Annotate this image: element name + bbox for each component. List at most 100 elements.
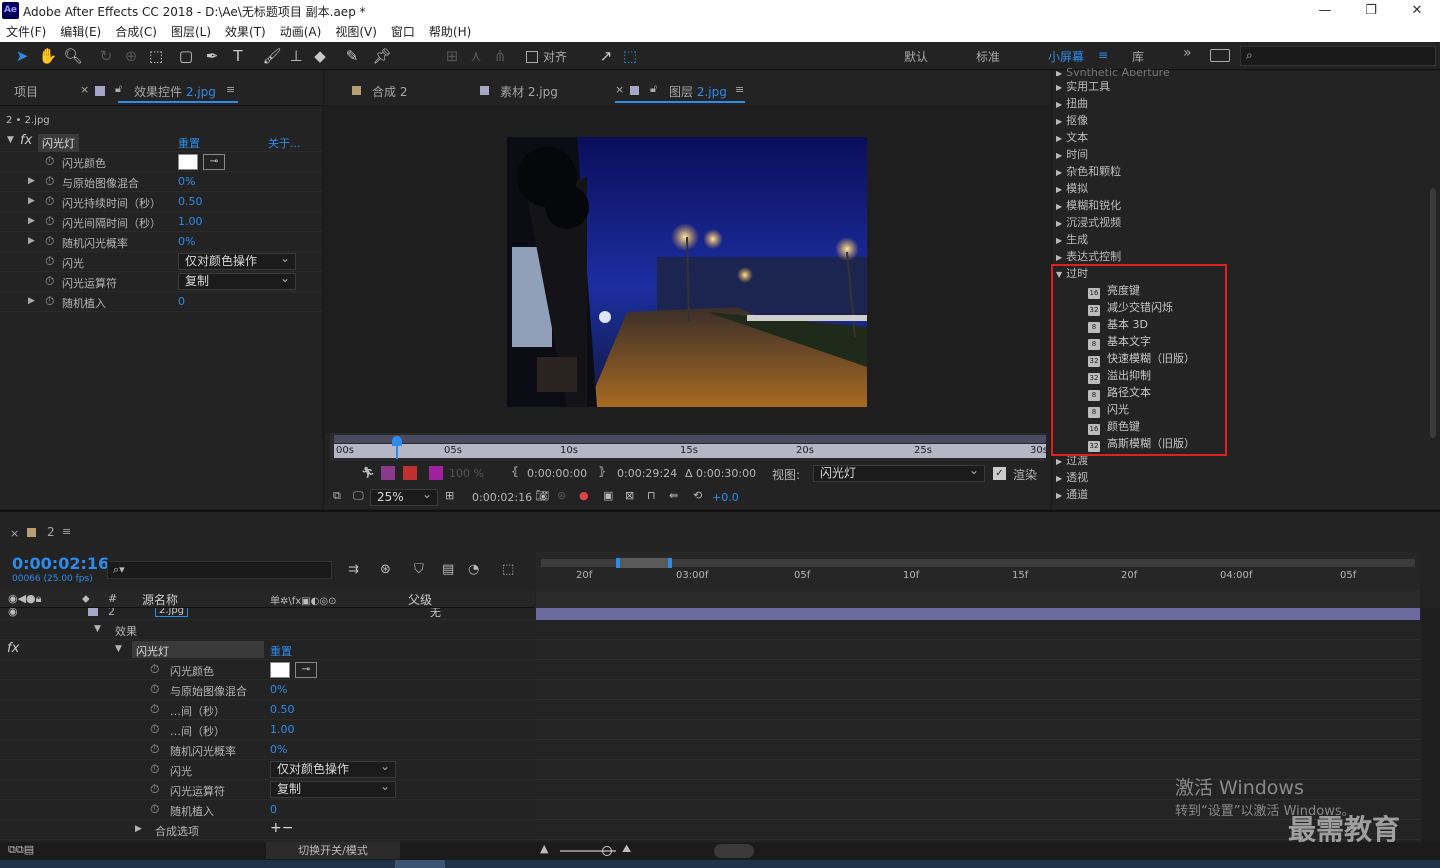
panel-menu-icon[interactable]: ≡	[226, 83, 235, 96]
expand-arrow-icon[interactable]: ▶	[28, 296, 35, 306]
flash-select[interactable]: 仅对颜色操作	[270, 759, 396, 778]
workspace-default[interactable]: 默认	[904, 48, 928, 65]
shy-layers-icon[interactable]: ⛉	[414, 562, 424, 577]
current-time[interactable]: 0:00:02:16	[472, 491, 532, 504]
prop-value[interactable]: 0	[178, 295, 185, 308]
layer-row[interactable]: ◉ 2 2.jpg 无	[0, 608, 535, 620]
flowchart-icon[interactable]: ⇚	[669, 489, 678, 502]
stopwatch-icon[interactable]: ⏱	[150, 782, 159, 797]
draft-3d-icon[interactable]: ⊛	[380, 562, 391, 577]
operator-select[interactable]: 复制	[270, 779, 396, 798]
work-area-bar[interactable]	[334, 435, 1046, 443]
clone-stamp-tool-icon[interactable]: ⊥	[286, 46, 306, 66]
brush-tool-icon[interactable]: 🖌︎	[262, 46, 282, 66]
expand-arrow-icon[interactable]: ▼	[115, 644, 122, 654]
time-navigator[interactable]: 20f 03:00f 05f 10f 15f 20f 04:00f 05f	[536, 552, 1420, 590]
av-switches-icon[interactable]: ◉◀●🔒︎	[8, 592, 42, 606]
set-in-icon[interactable]: ⦃	[511, 465, 519, 478]
eraser-tool-icon[interactable]: ◆	[310, 46, 330, 66]
orbit-tool-icon[interactable]: ⊕	[121, 46, 141, 66]
stopwatch-icon[interactable]: ⏱	[45, 254, 54, 269]
add-remove-buttons[interactable]: +−	[270, 820, 293, 836]
effects-group-row[interactable]: ▼ 效果	[0, 620, 535, 640]
effect-category[interactable]: ▶ 生成	[1056, 231, 1426, 248]
color-chip[interactable]	[429, 466, 443, 480]
graph-editor-icon[interactable]: ⬚	[502, 562, 514, 577]
fx-icon[interactable]: fx	[20, 133, 32, 148]
work-area-row[interactable]	[536, 590, 1420, 608]
hand-tool-icon[interactable]: ✋	[38, 46, 58, 66]
zoom-out-icon[interactable]: ▲	[540, 842, 548, 855]
menu-view[interactable]: 视图(V)	[335, 22, 377, 42]
effect-name[interactable]: 闪光灯	[132, 641, 264, 658]
pen-tool-icon[interactable]: ✒	[202, 46, 222, 66]
view-axis-icon[interactable]: ⋔	[490, 46, 510, 66]
region-icon[interactable]: ▣	[603, 489, 613, 502]
motion-blur-icon[interactable]: ◔	[468, 562, 479, 577]
timeline-scrollbar[interactable]	[1422, 608, 1440, 842]
menu-file[interactable]: 文件(F)	[6, 22, 46, 42]
eyedropper-icon[interactable]: ⊸	[203, 154, 225, 170]
type-tool-icon[interactable]: T	[228, 46, 248, 66]
close-button[interactable]: ✕	[1394, 0, 1440, 22]
menu-composition[interactable]: 合成(C)	[115, 22, 157, 42]
motion-path-icon[interactable]	[381, 466, 395, 480]
close-tab-icon[interactable]: ×	[10, 527, 19, 540]
snap-options-icon[interactable]: ↗	[596, 46, 616, 66]
exposure-reset-icon[interactable]: ⟲	[693, 489, 702, 502]
stopwatch-icon[interactable]: ⏱	[45, 154, 54, 169]
zoom-in-icon[interactable]: ⛰	[622, 842, 631, 856]
prop-value[interactable]: 0%	[178, 175, 195, 188]
monitor-icon[interactable]: 🖵︎	[353, 489, 364, 503]
help-search-input[interactable]: ⌕	[1240, 46, 1436, 66]
effect-category[interactable]: ▶ 模拟	[1056, 180, 1426, 197]
reset-link[interactable]: 重置	[178, 135, 200, 151]
guides-icon[interactable]: ⊓	[647, 489, 656, 502]
exposure-value[interactable]: +0.0	[712, 491, 739, 504]
stopwatch-icon[interactable]: ⏱	[150, 722, 159, 737]
menu-help[interactable]: 帮助(H)	[429, 22, 471, 42]
tab-effect-controls[interactable]: 效果控件 2.jpg	[134, 83, 216, 100]
timeline-timecode[interactable]: 0:00:02:16	[12, 554, 109, 573]
effect-category[interactable]: ▶ 杂色和颗粒	[1056, 163, 1426, 180]
prop-value[interactable]: 0.50	[178, 195, 203, 208]
out-time[interactable]: 0:00:29:24	[617, 467, 677, 480]
fx-icon[interactable]: fx	[7, 641, 19, 656]
effects-scrollbar[interactable]	[1430, 188, 1436, 438]
stopwatch-icon[interactable]: ⏱	[45, 294, 54, 309]
menu-window[interactable]: 窗口	[391, 22, 415, 42]
flash-select[interactable]: 仅对颜色操作	[178, 251, 296, 270]
effect-expand-icon[interactable]: ▼	[7, 135, 14, 145]
workspace-library[interactable]: 库	[1132, 48, 1144, 65]
rotate-tool-icon[interactable]: ↻	[96, 46, 116, 66]
stopwatch-icon[interactable]: ⏱	[45, 194, 54, 209]
effect-category[interactable]: ▶ 文本	[1056, 129, 1426, 146]
channels-icon[interactable]: ●	[579, 489, 589, 502]
toggle-switches-modes-button[interactable]: 切换开关/模式	[266, 842, 400, 859]
tab-footage[interactable]: 素材 2.jpg	[500, 83, 558, 100]
rectangle-tool-icon[interactable]: ▢	[176, 46, 196, 66]
visibility-icon[interactable]: ◉	[8, 608, 18, 618]
show-snapshot-icon[interactable]: ⊛	[557, 489, 566, 502]
snap-toggle-icon[interactable]: ⬚	[620, 46, 640, 66]
source-name-header[interactable]: 源名称	[142, 591, 178, 608]
snap-checkbox[interactable]	[526, 51, 538, 63]
effect-category[interactable]: ▶ 表达式控制	[1056, 248, 1426, 265]
puppet-pin-tool-icon[interactable]: 📌︎	[372, 46, 392, 66]
menu-animation[interactable]: 动画(A)	[280, 22, 322, 42]
local-axis-icon[interactable]: ⊞	[442, 46, 462, 66]
workspace-menu-icon[interactable]: ≡	[1098, 48, 1108, 62]
time-navigator-track[interactable]	[541, 559, 1415, 567]
reset-link[interactable]: 重置	[270, 643, 292, 659]
zoom-slider-handle[interactable]	[602, 846, 612, 856]
stopwatch-icon[interactable]: ⏱	[150, 742, 159, 757]
mask-display-icon[interactable]	[403, 466, 417, 480]
close-tab-icon[interactable]: ×	[80, 83, 89, 96]
effect-category[interactable]: ▶ 模糊和锐化	[1056, 197, 1426, 214]
prop-value[interactable]: 0.50	[270, 703, 295, 716]
onion-skin-icon[interactable]: 🏃︎	[361, 466, 375, 479]
parent-header[interactable]: 父级	[408, 591, 432, 608]
effect-row[interactable]: fx ▼ 闪光灯 重置	[0, 640, 535, 660]
frame-blending-icon[interactable]: ▤	[442, 562, 454, 577]
workspace-standard[interactable]: 标准	[976, 48, 1000, 65]
